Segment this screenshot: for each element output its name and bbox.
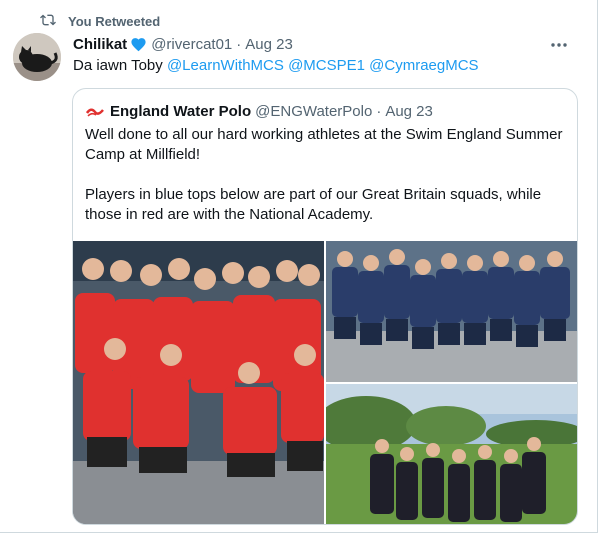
team-red-tops-photo[interactable]	[73, 241, 324, 524]
retweet-label: You Retweeted	[68, 13, 161, 29]
quoted-author-name[interactable]: England Water Polo	[110, 103, 251, 120]
mention-link[interactable]: @LearnWithMCS	[167, 57, 284, 74]
retweet-indicator: You Retweeted	[40, 12, 160, 30]
quoted-tweet[interactable]: England Water Polo @ENGWaterPolo · Aug 2…	[72, 88, 578, 525]
author-handle[interactable]: @rivercat01	[151, 36, 232, 53]
swim-england-logo-icon[interactable]	[85, 101, 105, 121]
meta-separator: ·	[236, 36, 242, 53]
blue-heart-icon	[130, 36, 147, 53]
quoted-meta-separator: ·	[376, 102, 382, 120]
quoted-tweet-header: England Water Polo @ENGWaterPolo · Aug 2…	[85, 101, 433, 121]
team-blue-tops-photo[interactable]	[326, 241, 577, 382]
mention-link[interactable]: @CymraegMCS	[369, 57, 478, 74]
mention-link[interactable]: @MCSPE1	[288, 57, 365, 74]
team-girls-photo[interactable]	[326, 384, 577, 524]
media-grid	[73, 241, 577, 524]
quoted-paragraph: Players in blue tops below are part of o…	[85, 186, 542, 223]
tweet-text-prefix: Da iawn Toby	[73, 57, 163, 74]
quoted-paragraph: Well done to all our hard working athlet…	[85, 126, 563, 163]
tweet-card[interactable]: You Retweeted Chilikat @rivercat01 · Aug…	[0, 0, 598, 533]
avatar[interactable]	[13, 33, 61, 81]
quoted-tweet-date[interactable]: Aug 23	[385, 103, 433, 120]
tweet-date[interactable]: Aug 23	[245, 36, 293, 53]
tweet-header: Chilikat @rivercat01 · Aug 23	[73, 36, 567, 53]
tweet-text: Da iawn Toby @LearnWithMCS @MCSPE1 @Cymr…	[73, 57, 479, 74]
more-icon[interactable]	[549, 35, 569, 55]
quoted-tweet-text: Well done to all our hard working athlet…	[85, 125, 565, 225]
author-name[interactable]: Chilikat	[73, 36, 127, 53]
quoted-author-handle[interactable]: @ENGWaterPolo	[255, 103, 372, 120]
retweet-icon	[40, 12, 56, 31]
